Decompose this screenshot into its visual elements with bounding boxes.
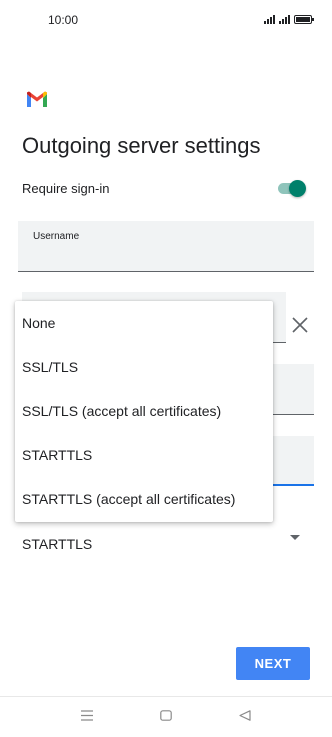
recent-apps-icon[interactable] (81, 710, 93, 721)
gmail-logo-icon (27, 91, 47, 107)
dropdown-arrow-icon[interactable] (290, 535, 300, 540)
back-icon[interactable] (239, 710, 251, 721)
menu-item-starttls-accept-all[interactable]: STARTTLS (accept all certificates) (15, 477, 273, 521)
menu-item-ssl-tls[interactable]: SSL/TLS (15, 345, 273, 389)
menu-item-ssl-tls-accept-all[interactable]: SSL/TLS (accept all certificates) (15, 389, 273, 433)
server-field[interactable] (270, 364, 314, 415)
port-field[interactable] (270, 436, 314, 486)
battery-icon (294, 15, 314, 24)
require-signin-toggle[interactable] (276, 180, 306, 197)
status-time: 10:00 (48, 13, 79, 27)
signal-icon (264, 15, 275, 24)
status-icons (264, 14, 314, 24)
menu-item-none[interactable]: None (15, 301, 273, 345)
toggle-thumb (289, 180, 306, 197)
security-type-value[interactable]: STARTTLS (22, 536, 92, 552)
close-icon[interactable] (291, 316, 309, 334)
username-label: Username (33, 231, 80, 242)
home-icon[interactable] (160, 710, 172, 721)
menu-item-starttls[interactable]: STARTTLS (15, 433, 273, 477)
username-field[interactable]: Username (18, 221, 314, 272)
page-title: Outgoing server settings (22, 133, 261, 158)
next-button[interactable]: NEXT (236, 647, 310, 680)
require-signin-label: Require sign-in (22, 181, 110, 196)
security-type-menu: None SSL/TLS SSL/TLS (accept all certifi… (15, 301, 273, 522)
signal-icon (279, 15, 290, 24)
navigation-bar (0, 697, 332, 737)
